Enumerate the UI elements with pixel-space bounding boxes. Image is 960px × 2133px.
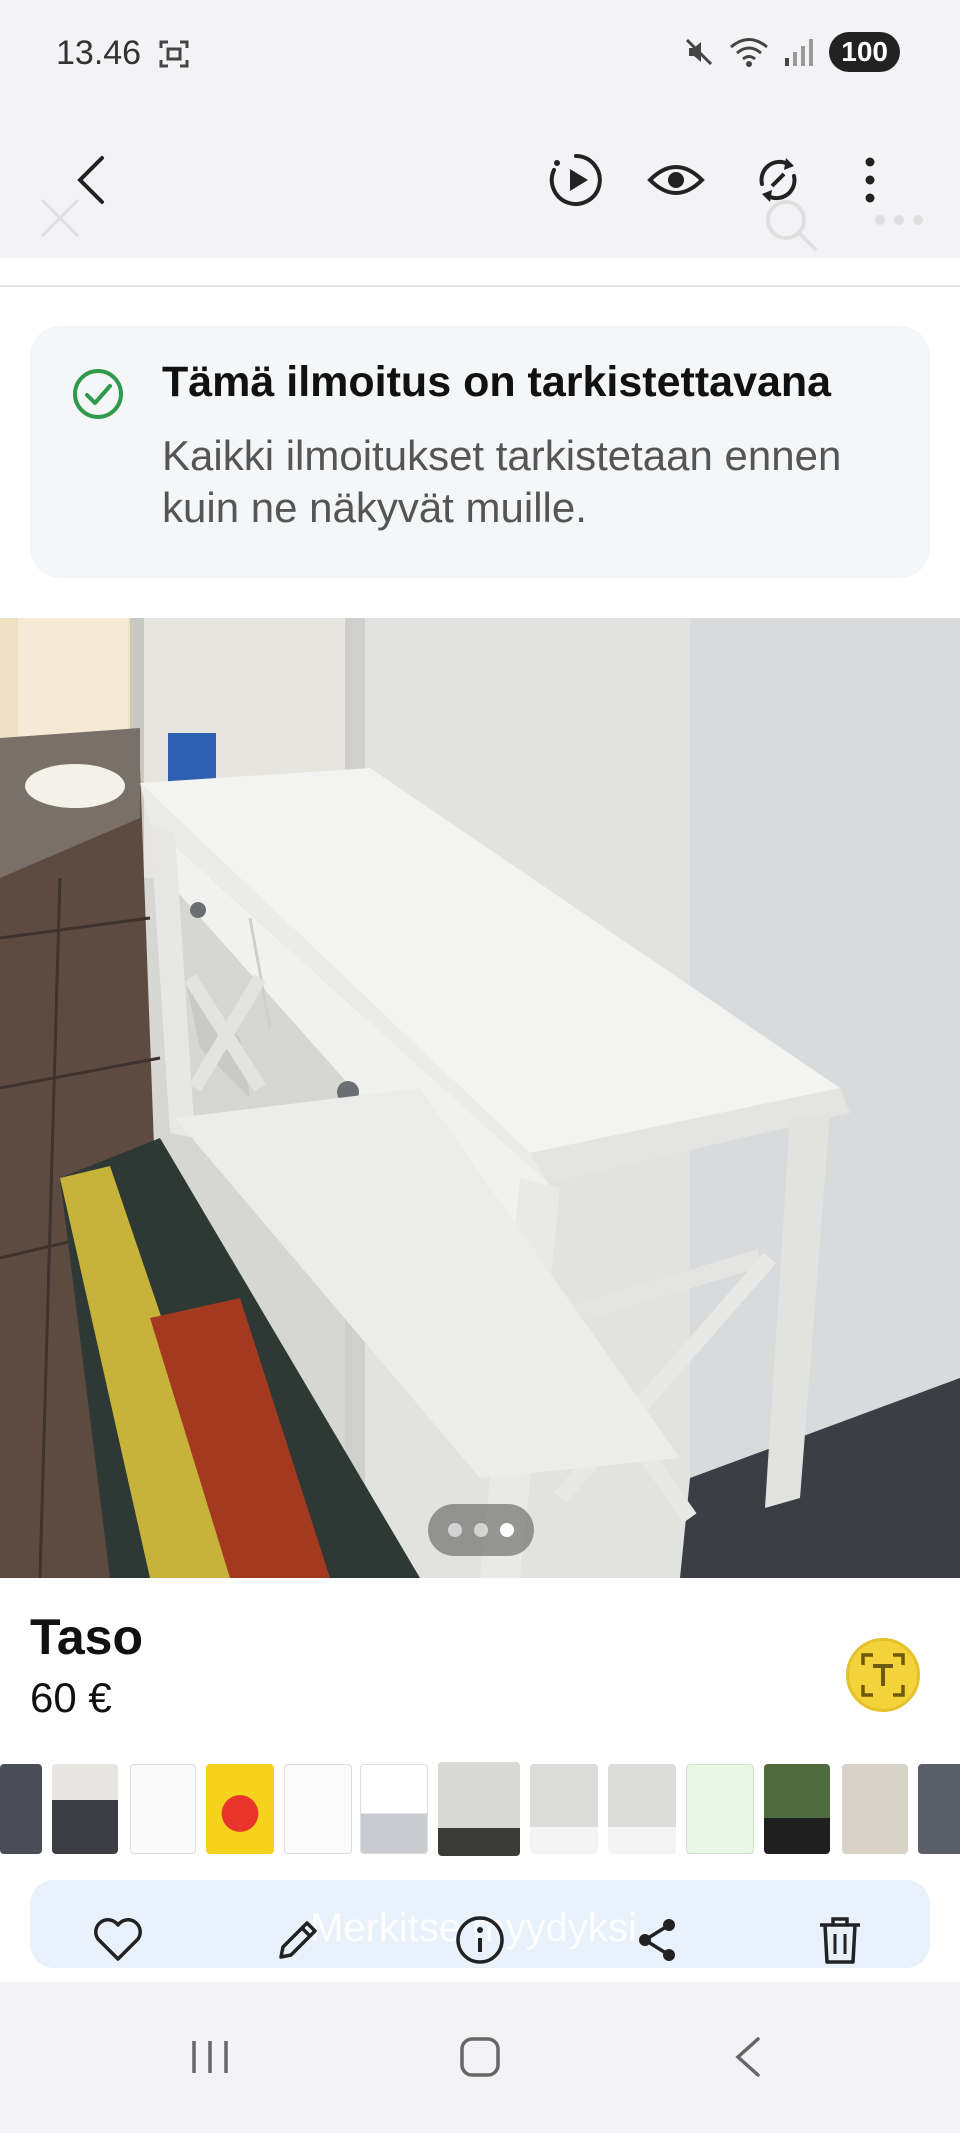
listing-price: 60 €: [30, 1674, 112, 1721]
info-icon: [456, 1916, 504, 1964]
thumbnail[interactable]: [130, 1764, 196, 1854]
thumbnail[interactable]: [608, 1764, 676, 1854]
thumbnail[interactable]: [764, 1764, 830, 1854]
dots-icon-ghost: [875, 215, 923, 225]
review-banner: Tämä ilmoitus on tarkistettavana Kaikki …: [30, 326, 930, 578]
banner-title: Tämä ilmoitus on tarkistettavana: [162, 358, 832, 406]
text-extract-button[interactable]: [846, 1638, 920, 1712]
status-bar: 13.46 100: [0, 0, 960, 110]
trash-icon: [820, 1917, 860, 1964]
status-time: 13.46: [56, 34, 142, 72]
thumbnail-selected[interactable]: [438, 1762, 520, 1856]
page-dot: [448, 1523, 462, 1537]
thumbnail[interactable]: [842, 1764, 908, 1854]
check-circle-icon: [73, 369, 123, 419]
status-icons: 100: [683, 30, 900, 74]
details-button[interactable]: [450, 1910, 510, 1970]
more-button[interactable]: [838, 148, 902, 212]
listing-info: Taso 60 €: [0, 1578, 960, 1758]
view-button[interactable]: [644, 148, 708, 212]
banner-text: Kaikki ilmoitukset tarkistetaan ennen ku…: [162, 432, 842, 531]
system-navigation-bar: [0, 1982, 960, 2133]
listing-title: Taso: [30, 1609, 143, 1665]
thumbnail[interactable]: [0, 1764, 42, 1854]
share-button[interactable]: [628, 1910, 688, 1970]
delete-button[interactable]: [810, 1910, 870, 1970]
console-table-photo: [0, 618, 960, 1578]
play-motion-icon: [549, 154, 602, 206]
more-icon: [865, 157, 875, 203]
mute-icon: [686, 38, 713, 66]
favorite-button[interactable]: [88, 1910, 148, 1970]
back-button[interactable]: [60, 148, 124, 212]
edit-button[interactable]: [268, 1910, 328, 1970]
thumbnail[interactable]: [52, 1764, 118, 1854]
nav-back-icon: [735, 2037, 760, 2077]
listing-photo[interactable]: [0, 618, 960, 1578]
home-icon: [460, 2037, 500, 2077]
page-dot-active: [500, 1523, 514, 1537]
page-dot: [474, 1523, 488, 1537]
header-divider: [0, 285, 960, 287]
thumbnail-strip[interactable]: [0, 1758, 960, 1862]
back-icon: [77, 156, 104, 204]
thumbnail[interactable]: [686, 1764, 754, 1854]
edit-icon: [279, 1921, 317, 1959]
nav-back-button[interactable]: [718, 2032, 778, 2082]
gallery-toolbar: [0, 110, 960, 260]
home-button[interactable]: [450, 2032, 510, 2082]
share-icon: [639, 1919, 675, 1961]
thumbnail[interactable]: [206, 1764, 274, 1854]
text-scan-icon: [861, 1653, 905, 1697]
motion-photo-button[interactable]: [544, 148, 608, 212]
screenshot-icon: [159, 40, 189, 68]
eye-icon: [647, 165, 705, 195]
battery-indicator: 100: [829, 32, 900, 72]
thumbnail[interactable]: [918, 1764, 960, 1854]
thumbnail[interactable]: [360, 1764, 428, 1854]
signal-icon: [785, 39, 814, 66]
thumbnail[interactable]: [530, 1764, 598, 1854]
recents-button[interactable]: [180, 2032, 240, 2082]
rotate-icon: [759, 158, 797, 202]
photo-page-indicator: [428, 1504, 534, 1556]
rotate-button[interactable]: [746, 148, 810, 212]
wifi-icon: [730, 38, 769, 67]
heart-icon: [94, 1918, 142, 1961]
recents-icon: [192, 2041, 228, 2073]
thumbnail[interactable]: [284, 1764, 352, 1854]
